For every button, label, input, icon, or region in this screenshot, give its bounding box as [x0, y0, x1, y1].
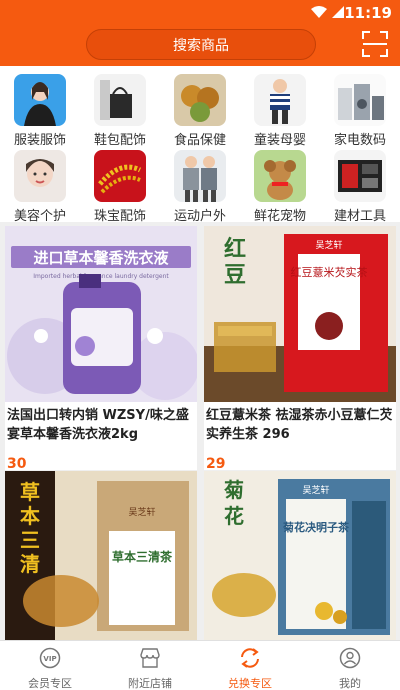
sportswear-photo: [174, 150, 226, 202]
user-icon: [339, 647, 361, 669]
category-beauty[interactable]: 美容个护: [0, 142, 80, 224]
product-image-redbean-tea: 吴芝轩 红豆薏米芡实茶 红 豆: [204, 226, 396, 402]
category-label: 运动户外: [173, 209, 226, 224]
svg-text:三: 三: [20, 528, 40, 552]
bottom-nav: VIP 会员专区 附近店铺 兑换专区 我的: [0, 640, 400, 690]
jewelry-photo: [94, 150, 146, 202]
product-card[interactable]: 菊 花 吴芝轩 菊花决明子茶: [204, 471, 396, 640]
nav-mine[interactable]: 我的: [300, 641, 400, 690]
category-food[interactable]: 食品保健: [160, 66, 240, 148]
category-bags[interactable]: 鞋包配饰: [80, 66, 160, 148]
svg-text:吴芝轩: 吴芝轩: [302, 484, 329, 496]
dog-photo: [254, 150, 306, 202]
category-jewelry[interactable]: 珠宝配饰: [80, 142, 160, 224]
category-appliances[interactable]: 家电数码: [320, 66, 400, 148]
nav-nearby-stores[interactable]: 附近店铺: [100, 641, 200, 690]
svg-text:菊花决明子茶: 菊花决明子茶: [283, 520, 350, 534]
nav-label: 附近店铺: [128, 677, 172, 690]
svg-text:吴芝轩: 吴芝轩: [315, 239, 342, 251]
svg-text:进口草本馨香洗衣液: 进口草本馨香洗衣液: [33, 249, 169, 267]
svg-text:草本三清茶: 草本三清茶: [112, 549, 173, 564]
category-tools[interactable]: 建材工具: [320, 142, 400, 224]
category-label: 美容个护: [13, 209, 66, 224]
category-label: 建材工具: [333, 209, 386, 224]
svg-text:清: 清: [20, 552, 40, 576]
svg-text:VIP: VIP: [43, 655, 56, 663]
product-price: 30: [7, 456, 27, 472]
appliances-photo: [334, 74, 386, 126]
svg-text:草: 草: [20, 480, 40, 504]
product-card[interactable]: 吴芝轩 红豆薏米芡实茶 红 豆 红豆薏米茶 祛湿茶赤小豆薏仁芡实养生茶 296 …: [204, 226, 396, 472]
nav-label: 会员专区: [28, 677, 72, 690]
product-image-chrysanthemum-tea: 菊 花 吴芝轩 菊花决明子茶: [204, 471, 396, 640]
category-sports[interactable]: 运动户外: [160, 142, 240, 224]
svg-text:豆: 豆: [224, 263, 246, 288]
svg-text:菊: 菊: [224, 478, 244, 502]
product-image-sanqing-tea: 草 本 三 清 吴芝轩 草本三清茶: [5, 471, 197, 640]
category-label: 鲜花宠物: [253, 209, 306, 224]
wifi-icon: [311, 6, 327, 18]
status-icons: [311, 6, 344, 18]
exchange-icon: [241, 648, 259, 668]
pastry-photo: [174, 74, 226, 126]
top-bar: 11:19 搜索商品: [0, 0, 400, 66]
svg-text:吴芝轩: 吴芝轩: [128, 506, 155, 518]
nav-label: 我的: [339, 677, 361, 690]
signal-icon: [332, 6, 344, 18]
product-card[interactable]: 草 本 三 清 吴芝轩 草本三清茶: [5, 471, 197, 640]
product-title: 法国出口转内销 WZSY/味之盛宴草本馨香洗衣液2kg: [7, 408, 189, 442]
category-kids[interactable]: 童装母婴: [240, 66, 320, 148]
status-time: 11:19: [344, 4, 392, 22]
woman-fashion-photo: [14, 74, 66, 126]
vip-icon: VIP: [39, 647, 61, 669]
svg-text:红: 红: [224, 236, 246, 262]
product-card[interactable]: 进口草本馨香洗衣液 Imported herbal fragrance laun…: [5, 226, 197, 472]
category-label: 珠宝配饰: [93, 209, 146, 224]
toolkit-photo: [334, 150, 386, 202]
category-clothing[interactable]: 服装服饰: [0, 66, 80, 148]
status-bar: 11:19: [0, 0, 400, 26]
handbag-photo: [94, 74, 146, 126]
product-price: 29: [206, 456, 226, 472]
nav-exchange-zone[interactable]: 兑换专区: [200, 641, 300, 690]
svg-text:红豆薏米芡实茶: 红豆薏米芡实茶: [291, 265, 368, 279]
kids-clothes-photo: [254, 74, 306, 126]
store-icon: [140, 648, 160, 668]
category-grid: 服装服饰 鞋包配饰 食品保健 童装母婴 家电数码 美容个护 珠宝配饰 运动户外 …: [0, 66, 400, 224]
nav-member-zone[interactable]: VIP 会员专区: [0, 641, 100, 690]
category-flowers-pets[interactable]: 鲜花宠物: [240, 142, 320, 224]
scan-icon[interactable]: [362, 31, 388, 57]
svg-text:本: 本: [20, 504, 40, 528]
svg-text:花: 花: [224, 504, 244, 528]
svg-text:Imported herbal fragrance laun: Imported herbal fragrance laundry deterg…: [33, 273, 169, 280]
beauty-photo: [14, 150, 66, 202]
search-button[interactable]: 搜索商品: [86, 29, 316, 60]
nav-label: 兑换专区: [228, 677, 272, 690]
product-image-laundry: 进口草本馨香洗衣液 Imported herbal fragrance laun…: [5, 226, 197, 402]
product-title: 红豆薏米茶 祛湿茶赤小豆薏仁芡实养生茶 296: [206, 408, 393, 442]
